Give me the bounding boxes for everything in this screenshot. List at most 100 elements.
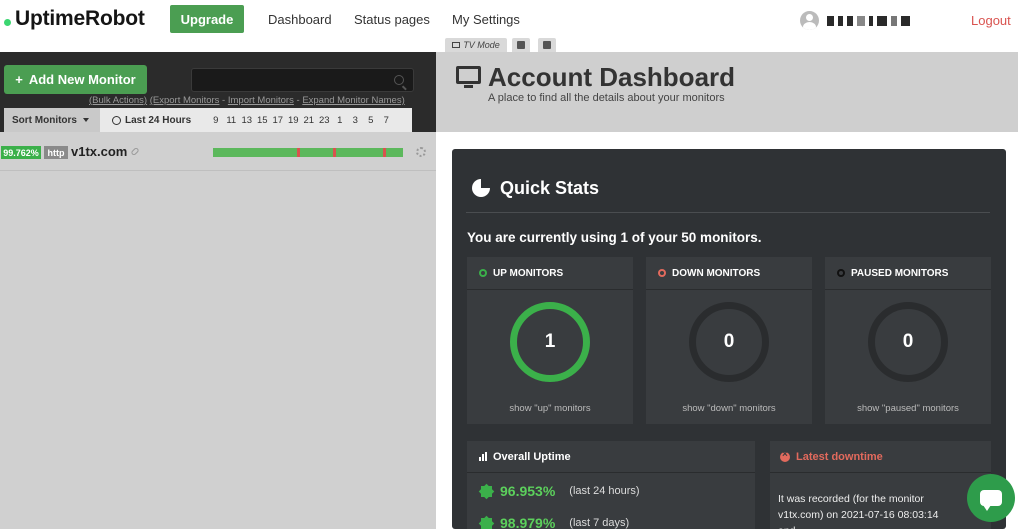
chat-button[interactable] [967,474,1015,522]
nav-status-pages[interactable]: Status pages [354,12,430,27]
hour-label: 23 [318,114,330,126]
downtime-marker [333,148,336,157]
uptime-period: (last 7 days) [569,517,630,529]
tv-icon [452,42,461,48]
import-monitors-link[interactable]: Import Monitors [228,95,294,106]
top-navbar: UptimeRobot Upgrade Dashboard Status pag… [0,0,1024,38]
bar-chart-icon [479,452,487,461]
redacted-username [827,15,910,26]
upgrade-button[interactable]: Upgrade [170,5,244,33]
close-circle-icon [780,449,790,462]
expand-names-link[interactable]: Expand Monitor Names) [302,95,404,106]
hour-label: 5 [368,114,374,126]
gear-icon[interactable] [416,147,426,157]
badge-icon [478,483,495,499]
paused-count-ring: 0 [868,302,948,382]
hour-label: 13 [241,114,253,126]
clock-icon [112,115,121,125]
latest-downtime-card: Latest downtime It was recorded (for the… [770,441,991,529]
monitor-name[interactable]: v1tx.com [71,144,127,159]
logo-text: UptimeRobot [15,7,145,30]
card-header: PAUSED MONITORS [825,257,991,290]
downtime-text: It was recorded (for the monitor v1tx.co… [778,493,939,529]
monitor-search[interactable] [191,68,414,92]
monitor-row[interactable]: 99.762% http v1tx.com [0,141,436,171]
hour-label: 15 [256,114,268,126]
hour-label: 19 [287,114,299,126]
show-down-link[interactable]: show "down" monitors [646,403,812,414]
hour-label: 3 [352,114,358,126]
downtime-marker [297,148,300,157]
add-monitor-label: Add New Monitor [28,72,136,87]
monitors-toolbar: + Add New Monitor (Bulk Actions) (Export… [0,52,436,132]
plus-icon: + [15,72,23,87]
monitors-sidebar: + Add New Monitor (Bulk Actions) (Export… [0,52,436,529]
hour-label: 17 [272,114,284,126]
sort-label: Sort Monitors [12,114,77,126]
show-up-link[interactable]: show "up" monitors [467,403,633,414]
time-range-toggle[interactable]: Last 24 Hours [100,115,200,126]
page-subtitle: A place to find all the details about yo… [488,92,725,104]
up-monitors-card: UP MONITORS 1 show "up" monitors [467,257,633,424]
paused-monitors-card: PAUSED MONITORS 0 show "paused" monitors [825,257,991,424]
dashboard-header: Account Dashboard A place to find all th… [436,52,1018,132]
user-avatar-icon [800,11,819,30]
card-label: DOWN MONITORS [672,267,761,279]
search-icon [394,75,404,85]
uptime-badge: 99.762% [1,146,41,159]
logout-link[interactable]: Logout [971,13,1011,28]
badge-icon [478,515,495,529]
facebook-share-button[interactable] [538,38,556,52]
hour-label: 9 [213,114,219,126]
add-monitor-button[interactable]: + Add New Monitor [4,65,147,94]
nav-my-settings[interactable]: My Settings [452,12,520,27]
search-input[interactable] [192,69,382,91]
hour-label: 7 [383,114,389,126]
status-up-icon [479,269,487,277]
downtime-title: Latest downtime [796,450,883,463]
caret-down-icon [83,118,89,122]
hour-axis: 9 11 13 15 17 19 21 23 1 3 5 7 [208,115,394,126]
down-count-ring: 0 [689,302,769,382]
card-header: DOWN MONITORS [646,257,812,290]
sort-monitors-dropdown[interactable]: Sort Monitors [4,108,100,132]
uptime-pct: 98.979% [500,515,556,529]
bulk-links: (Bulk Actions) (Export Monitors - Import… [89,95,405,106]
external-link-icon[interactable] [130,146,140,157]
down-monitors-card: DOWN MONITORS 0 show "down" monitors [646,257,812,424]
card-label: PAUSED MONITORS [851,267,949,279]
facebook-icon [543,41,551,49]
user-menu[interactable] [800,11,910,30]
downtime-marker [383,148,386,157]
uptime-title: Overall Uptime [493,450,571,463]
tv-mode-tab[interactable]: TV Mode [445,38,507,52]
show-paused-link[interactable]: show "paused" monitors [825,403,991,414]
export-monitors-link[interactable]: (Export Monitors [150,95,220,106]
pie-chart-icon [472,179,490,197]
quick-stats-title: Quick Stats [500,178,600,198]
twitter-share-button[interactable] [512,38,530,52]
monitor-display-icon [456,66,481,88]
uptime-timeline-bar [213,148,403,157]
up-count-ring: 1 [510,302,590,382]
monitor-type-badge: http [44,146,68,159]
nav-dashboard[interactable]: Dashboard [268,12,332,27]
tv-mode-label: TV Mode [463,40,500,50]
chat-icon [980,490,1002,511]
twitter-icon [517,41,525,49]
card-header: Latest downtime [770,441,991,473]
uptime-row: 98.979% (last 7 days) [478,515,630,529]
card-header: Overall Uptime [467,441,755,473]
sort-bar: Sort Monitors Last 24 Hours 9 11 13 15 1… [4,108,412,132]
uptime-pct: 96.953% [500,483,556,499]
page-title: Account Dashboard [488,62,736,92]
uptime-period: (last 24 hours) [569,485,640,497]
status-down-icon [658,269,666,277]
uptime-row: 96.953% (last 24 hours) [478,483,640,499]
hour-label: 21 [303,114,315,126]
quick-stats-panel: Quick Stats You are currently using 1 of… [452,149,1006,529]
logo-dot-icon [4,18,11,26]
logo[interactable]: UptimeRobot [4,7,145,31]
bulk-actions-link[interactable]: (Bulk Actions) [89,95,147,106]
divider [466,212,990,213]
